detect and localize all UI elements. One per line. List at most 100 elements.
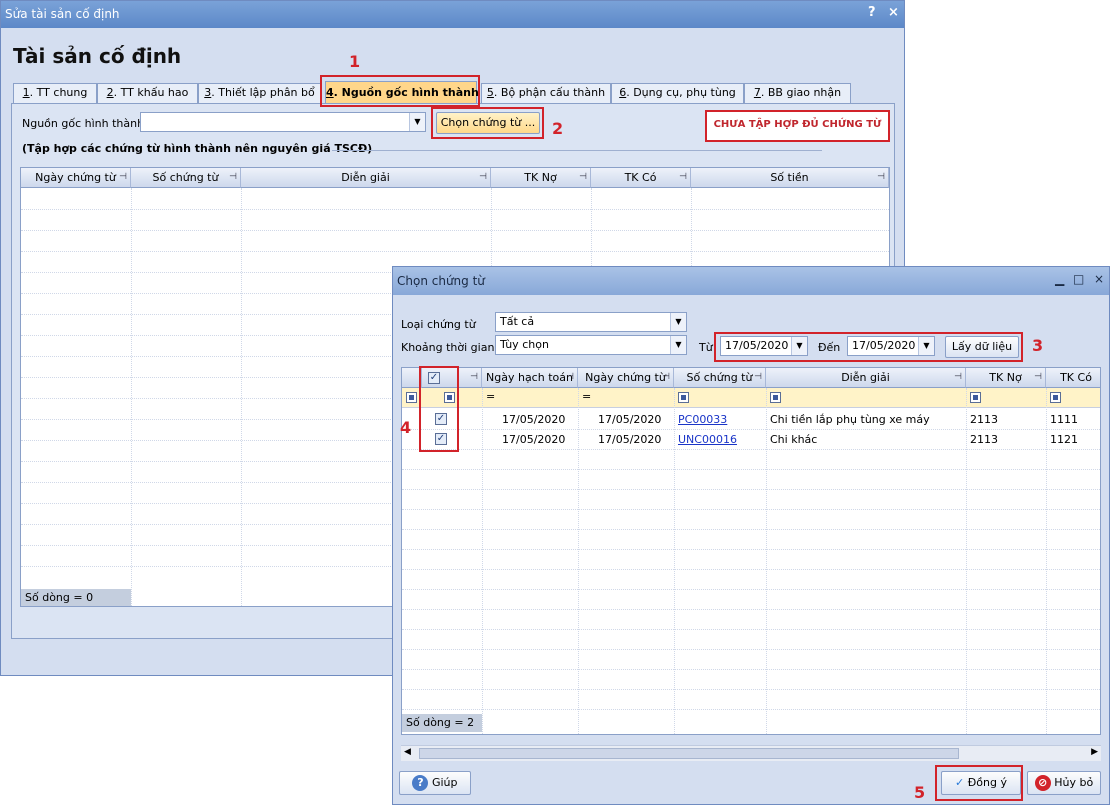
col-header-description[interactable]: Diễn giải ⊣ xyxy=(766,368,966,388)
help-icon: ? xyxy=(412,775,429,791)
filter-condition-icon[interactable] xyxy=(678,392,689,403)
debit-cell: 2113 xyxy=(970,413,998,426)
tab-number: 7 xyxy=(753,86,761,99)
col-label: Diễn giải xyxy=(341,171,390,184)
tab-components[interactable]: 5. Bộ phận cấu thành xyxy=(481,83,611,103)
description-cell: Chi tiền lắp phụ tùng xe máy xyxy=(770,413,930,426)
row-divider xyxy=(402,689,1100,690)
horizontal-scrollbar[interactable]: ◀ ▶ xyxy=(401,745,1101,761)
pin-icon[interactable]: ⊣ xyxy=(579,168,587,187)
col-header-posting-date[interactable]: Ngày hạch toán ⊣ xyxy=(482,368,578,388)
scroll-right-icon[interactable]: ▶ xyxy=(1091,747,1098,757)
scrollbar-thumb[interactable] xyxy=(419,748,959,759)
pin-icon[interactable]: ⊣ xyxy=(754,368,762,387)
col-header-doc-no[interactable]: Số chứng từ ⊣ xyxy=(131,168,241,188)
row-divider xyxy=(402,489,1100,490)
filter-condition-icon[interactable] xyxy=(1050,392,1061,403)
pin-icon[interactable]: ⊣ xyxy=(479,168,487,187)
col-header-doc-date[interactable]: Ngày chứng từ ⊣ xyxy=(21,168,131,188)
table-row[interactable]: ✓ 17/05/2020 17/05/2020 UNC00016 Chi khá… xyxy=(402,429,1100,449)
row-divider xyxy=(21,209,889,210)
window-title: Sửa tài sản cố định xyxy=(5,7,120,21)
col-header-debit[interactable]: TK Nợ ⊣ xyxy=(491,168,591,188)
tab-number: 1 xyxy=(22,86,30,99)
tab-label: . TT chung xyxy=(29,86,88,99)
filter-toggle-icon[interactable] xyxy=(406,392,417,403)
col-header-debit[interactable]: TK Nợ ⊣ xyxy=(966,368,1046,388)
doc-no-link[interactable]: PC00033 xyxy=(678,413,727,426)
doc-type-label: Loại chứng từ xyxy=(401,318,476,331)
tab-tools[interactable]: 6. Dụng cụ, phụ tùng xyxy=(611,83,744,103)
close-icon[interactable]: × xyxy=(1094,272,1104,286)
close-icon[interactable]: × xyxy=(888,5,899,20)
tab-number: 2 xyxy=(106,86,114,99)
col-label: TK Có xyxy=(1060,371,1092,384)
period-combo[interactable]: Tùy chọn ▼ xyxy=(495,335,687,355)
col-header-amount[interactable]: Số tiền ⊣ xyxy=(691,168,889,188)
col-divider xyxy=(482,388,483,734)
row-divider xyxy=(402,609,1100,610)
documents-grid[interactable]: ✓ ⊣ Ngày hạch toán ⊣ Ngày chứng từ ⊣ Số ch… xyxy=(401,367,1101,735)
doc-date-cell: 17/05/2020 xyxy=(598,413,662,426)
col-label: Số tiền xyxy=(770,171,809,184)
row-divider xyxy=(402,429,1100,430)
row-divider xyxy=(402,569,1100,570)
pin-icon[interactable]: ⊣ xyxy=(1034,368,1042,387)
col-header-credit[interactable]: TK Có xyxy=(1046,368,1100,388)
row-divider xyxy=(402,649,1100,650)
col-label: Số chứng từ xyxy=(686,371,753,384)
tab-depreciation[interactable]: 2. TT khấu hao xyxy=(97,83,198,103)
main-row-count: Số dòng = 0 xyxy=(21,589,131,606)
tab-general[interactable]: 1. TT chung xyxy=(13,83,97,103)
tab-allocation[interactable]: 3. Thiết lập phân bổ xyxy=(198,83,321,103)
col-header-doc-date[interactable]: Ngày chứng từ ⊣ xyxy=(578,368,674,388)
section-divider xyxy=(332,150,822,151)
pin-icon[interactable]: ⊣ xyxy=(877,168,885,187)
cancel-icon: ⊘ xyxy=(1034,775,1051,791)
annotation-number-3: 3 xyxy=(1032,336,1044,355)
filter-operator[interactable]: = xyxy=(486,390,495,403)
dropdown-arrow-icon[interactable]: ▼ xyxy=(670,313,686,331)
col-header-credit[interactable]: TK Có ⊣ xyxy=(591,168,691,188)
pin-icon[interactable]: ⊣ xyxy=(679,168,687,187)
tab-handover[interactable]: 7. BB giao nhận xyxy=(744,83,851,103)
pin-icon[interactable]: ⊣ xyxy=(662,368,670,387)
help-icon[interactable]: ? xyxy=(868,5,876,20)
pin-icon[interactable]: ⊣ xyxy=(566,368,574,387)
annotation-box-5 xyxy=(935,765,1023,801)
page-title: Tài sản cố định xyxy=(13,44,182,68)
pin-icon[interactable]: ⊣ xyxy=(229,168,237,187)
col-label: TK Có xyxy=(624,171,657,184)
row-divider xyxy=(402,629,1100,630)
help-button[interactable]: ? Giúp xyxy=(399,771,471,795)
dropdown-arrow-icon[interactable]: ▼ xyxy=(409,113,425,131)
maximize-icon[interactable]: □ xyxy=(1073,272,1084,286)
pin-icon[interactable]: ⊣ xyxy=(119,168,127,187)
debit-cell: 2113 xyxy=(970,433,998,446)
tab-label: . Bộ phận cấu thành xyxy=(493,86,606,99)
col-label: Ngày chứng từ xyxy=(35,171,116,184)
annotation-number-2: 2 xyxy=(552,119,564,138)
annotation-box-4 xyxy=(419,366,459,452)
col-header-doc-no[interactable]: Số chứng từ ⊣ xyxy=(674,368,766,388)
col-label: TK Nợ xyxy=(989,371,1022,384)
tab-label: . Dụng cụ, phụ tùng xyxy=(626,86,736,99)
filter-condition-icon[interactable] xyxy=(970,392,981,403)
period-label: Khoảng thời gian xyxy=(401,341,495,354)
dropdown-arrow-icon[interactable]: ▼ xyxy=(670,336,686,354)
row-divider xyxy=(21,230,889,231)
doc-no-link[interactable]: UNC00016 xyxy=(678,433,737,446)
scroll-left-icon[interactable]: ◀ xyxy=(404,747,411,757)
cancel-button[interactable]: ⊘ Hủy bỏ xyxy=(1027,771,1101,795)
minimize-icon[interactable]: ▁ xyxy=(1055,272,1064,286)
pin-icon[interactable]: ⊣ xyxy=(954,368,962,387)
table-row[interactable]: ✓ 17/05/2020 17/05/2020 PC00033 Chi tiền… xyxy=(402,409,1100,429)
filter-condition-icon[interactable] xyxy=(770,392,781,403)
doc-type-combo[interactable]: Tất cả ▼ xyxy=(495,312,687,332)
help-button-label: Giúp xyxy=(431,776,458,789)
filter-operator[interactable]: = xyxy=(582,390,591,403)
filter-row: = = xyxy=(402,388,1100,408)
col-header-description[interactable]: Diễn giải ⊣ xyxy=(241,168,491,188)
pin-icon[interactable]: ⊣ xyxy=(470,368,478,387)
source-combo[interactable]: ▼ xyxy=(140,112,426,132)
